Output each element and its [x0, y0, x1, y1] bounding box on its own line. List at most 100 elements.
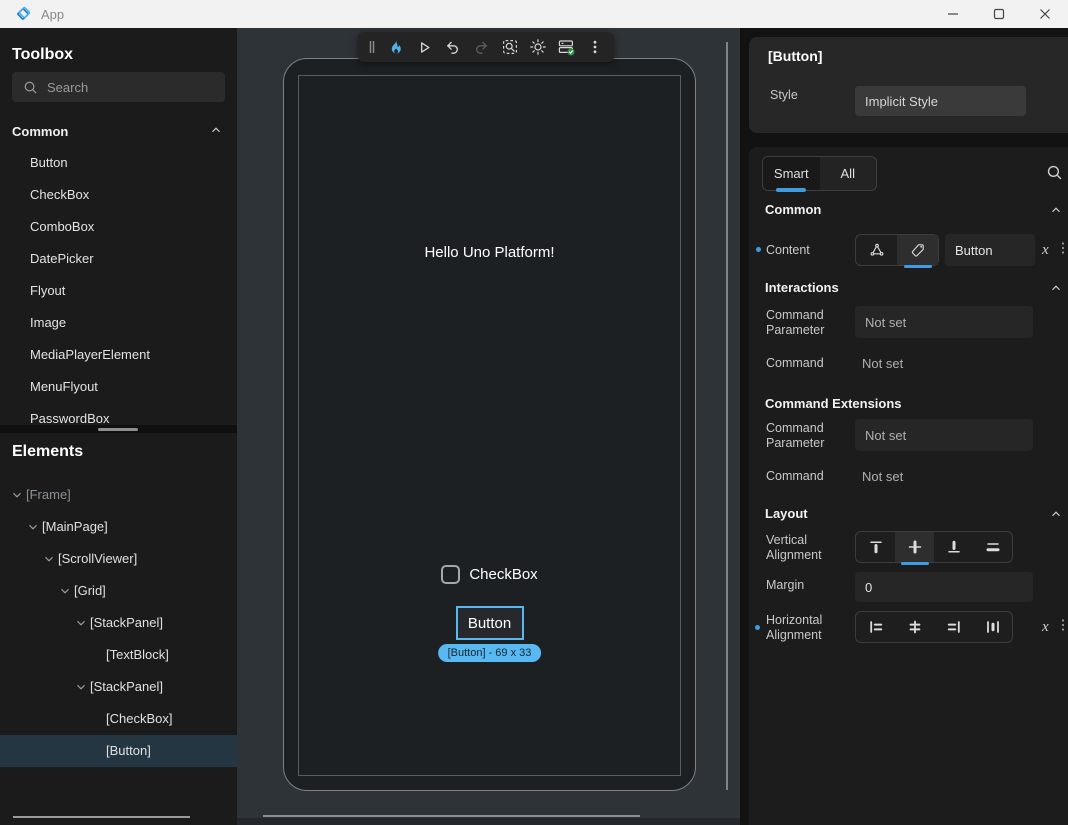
toolbox-item-button[interactable]: Button	[0, 147, 237, 179]
chevron-up-icon[interactable]	[1049, 203, 1063, 222]
properties-tabs: Smart All	[762, 156, 877, 191]
element-vector-icon	[869, 242, 885, 258]
search-icon	[23, 80, 38, 95]
toolbox-item-image[interactable]: Image	[0, 307, 237, 339]
margin-input[interactable]	[855, 572, 1033, 602]
more-options-icon[interactable]	[1058, 617, 1068, 638]
command-parameter-input[interactable]	[855, 306, 1033, 338]
properties-search-icon[interactable]	[1046, 164, 1063, 186]
stretch-horizontal-button[interactable]	[973, 612, 1012, 642]
chevron-down-icon[interactable]	[10, 488, 24, 502]
toolbox-item-datepicker[interactable]: DatePicker	[0, 243, 237, 275]
tree-item-mainpage[interactable]: [MainPage]	[0, 511, 237, 543]
canvas-checkbox[interactable]: CheckBox	[299, 565, 680, 584]
app-window: App Toolbox Common Button C	[0, 0, 1068, 825]
undo-icon[interactable]	[443, 37, 463, 57]
tree-item-button-selected[interactable]: [Button]	[0, 735, 237, 767]
runtime-status-icon[interactable]	[557, 37, 577, 57]
device-frame: Hello Uno Platform! CheckBox Button [But…	[283, 58, 696, 791]
tab-all[interactable]: All	[820, 157, 877, 190]
canvas-bottom-band	[237, 818, 740, 825]
toolbox-item-passwordbox[interactable]: PasswordBox	[0, 403, 237, 425]
align-bottom-button[interactable]	[934, 532, 973, 562]
minimize-button[interactable]	[930, 0, 976, 28]
toolbox-search[interactable]	[12, 72, 225, 102]
redo-icon[interactable]	[471, 37, 491, 57]
align-right-button[interactable]	[934, 612, 973, 642]
content-mode-text[interactable]	[897, 235, 938, 265]
style-label: Style	[770, 88, 798, 103]
chevron-down-icon[interactable]	[26, 520, 40, 534]
theme-sun-icon[interactable]	[528, 37, 548, 57]
toolbox-item-flyout[interactable]: Flyout	[0, 275, 237, 307]
close-button[interactable]	[1022, 0, 1068, 28]
canvas-horizontal-scrollbar[interactable]	[263, 815, 640, 817]
tab-smart[interactable]: Smart	[763, 157, 820, 190]
toolbox-item-mediaplayerelement[interactable]: MediaPlayerElement	[0, 339, 237, 371]
toolbox-item-menuflyout[interactable]: MenuFlyout	[0, 371, 237, 403]
command-parameter-input[interactable]	[855, 419, 1033, 451]
design-canvas: Hello Uno Platform! CheckBox Button [But…	[237, 28, 740, 825]
checkbox-box-icon[interactable]	[441, 565, 460, 584]
tag-icon	[910, 242, 926, 258]
align-center-vertical-button[interactable]	[895, 532, 934, 562]
toolbox-search-input[interactable]	[47, 80, 207, 95]
tree-item-scrollviewer[interactable]: [ScrollViewer]	[0, 543, 237, 575]
command-value[interactable]: Not set	[862, 356, 903, 371]
tree-item-frame[interactable]: [Frame]	[0, 479, 237, 511]
chevron-down-icon[interactable]	[74, 616, 88, 630]
chevron-up-icon[interactable]	[1049, 281, 1063, 300]
canvas-vertical-scrollbar[interactable]	[726, 42, 728, 790]
content-input[interactable]	[945, 234, 1035, 266]
window-controls	[930, 0, 1068, 28]
canvas-button-selected[interactable]: Button	[456, 606, 524, 640]
chevron-down-icon[interactable]	[74, 680, 88, 694]
more-options-icon[interactable]	[1058, 240, 1068, 261]
panel-splitter[interactable]	[0, 425, 237, 433]
app-logo-icon	[14, 5, 32, 23]
inspect-element-icon[interactable]	[500, 37, 520, 57]
style-input[interactable]	[855, 86, 1026, 116]
chevron-up-icon[interactable]	[1049, 507, 1063, 526]
more-options-icon[interactable]	[585, 37, 605, 57]
toolbox-item-combobox[interactable]: ComboBox	[0, 211, 237, 243]
elements-panel: Elements [Frame] [MainPage] [ScrollViewe…	[0, 433, 237, 825]
tree-item-stackpanel-1[interactable]: [StackPanel]	[0, 607, 237, 639]
play-icon[interactable]	[414, 37, 434, 57]
selected-element-title: [Button]	[768, 48, 822, 64]
command-label: Command	[766, 469, 824, 484]
align-center-horizontal-button[interactable]	[895, 612, 934, 642]
tree-item-checkbox[interactable]: [CheckBox]	[0, 703, 237, 735]
active-toggle-indicator	[904, 265, 932, 268]
xbind-button[interactable]: x	[1042, 619, 1049, 636]
canvas-textblock[interactable]: Hello Uno Platform!	[299, 244, 680, 261]
align-top-icon	[868, 539, 884, 555]
command-value[interactable]: Not set	[862, 469, 903, 484]
chevron-down-icon[interactable]	[58, 584, 72, 598]
selected-element-header: [Button] Style	[749, 37, 1068, 133]
properties-panel: [Button] Style Smart All Common	[740, 28, 1068, 825]
stretch-horizontal-icon	[985, 619, 1001, 635]
drag-handle-icon[interactable]	[367, 37, 377, 57]
maximize-button[interactable]	[976, 0, 1022, 28]
align-left-button[interactable]	[856, 612, 895, 642]
toolbox-item-checkbox[interactable]: CheckBox	[0, 179, 237, 211]
toolbox-title: Toolbox	[12, 46, 73, 64]
designer-toolbar	[358, 32, 614, 62]
tree-item-textblock[interactable]: [TextBlock]	[0, 639, 237, 671]
elements-horizontal-scrollbar[interactable]	[13, 816, 190, 818]
chevron-up-icon	[209, 123, 223, 142]
tree-item-stackpanel-2[interactable]: [StackPanel]	[0, 671, 237, 703]
stretch-vertical-button[interactable]	[973, 532, 1012, 562]
command-parameter-label: Command Parameter	[766, 308, 846, 338]
content-mode-element[interactable]	[856, 235, 897, 265]
xbind-button[interactable]: x	[1042, 242, 1049, 259]
tree-item-grid[interactable]: [Grid]	[0, 575, 237, 607]
toolbox-section-common[interactable]: Common	[0, 118, 237, 144]
align-top-button[interactable]	[856, 532, 895, 562]
modified-indicator-dot	[755, 625, 760, 630]
align-right-icon	[946, 619, 962, 635]
chevron-down-icon[interactable]	[42, 552, 56, 566]
active-toggle-indicator	[901, 562, 929, 565]
hot-reload-flame-icon[interactable]	[386, 37, 406, 57]
